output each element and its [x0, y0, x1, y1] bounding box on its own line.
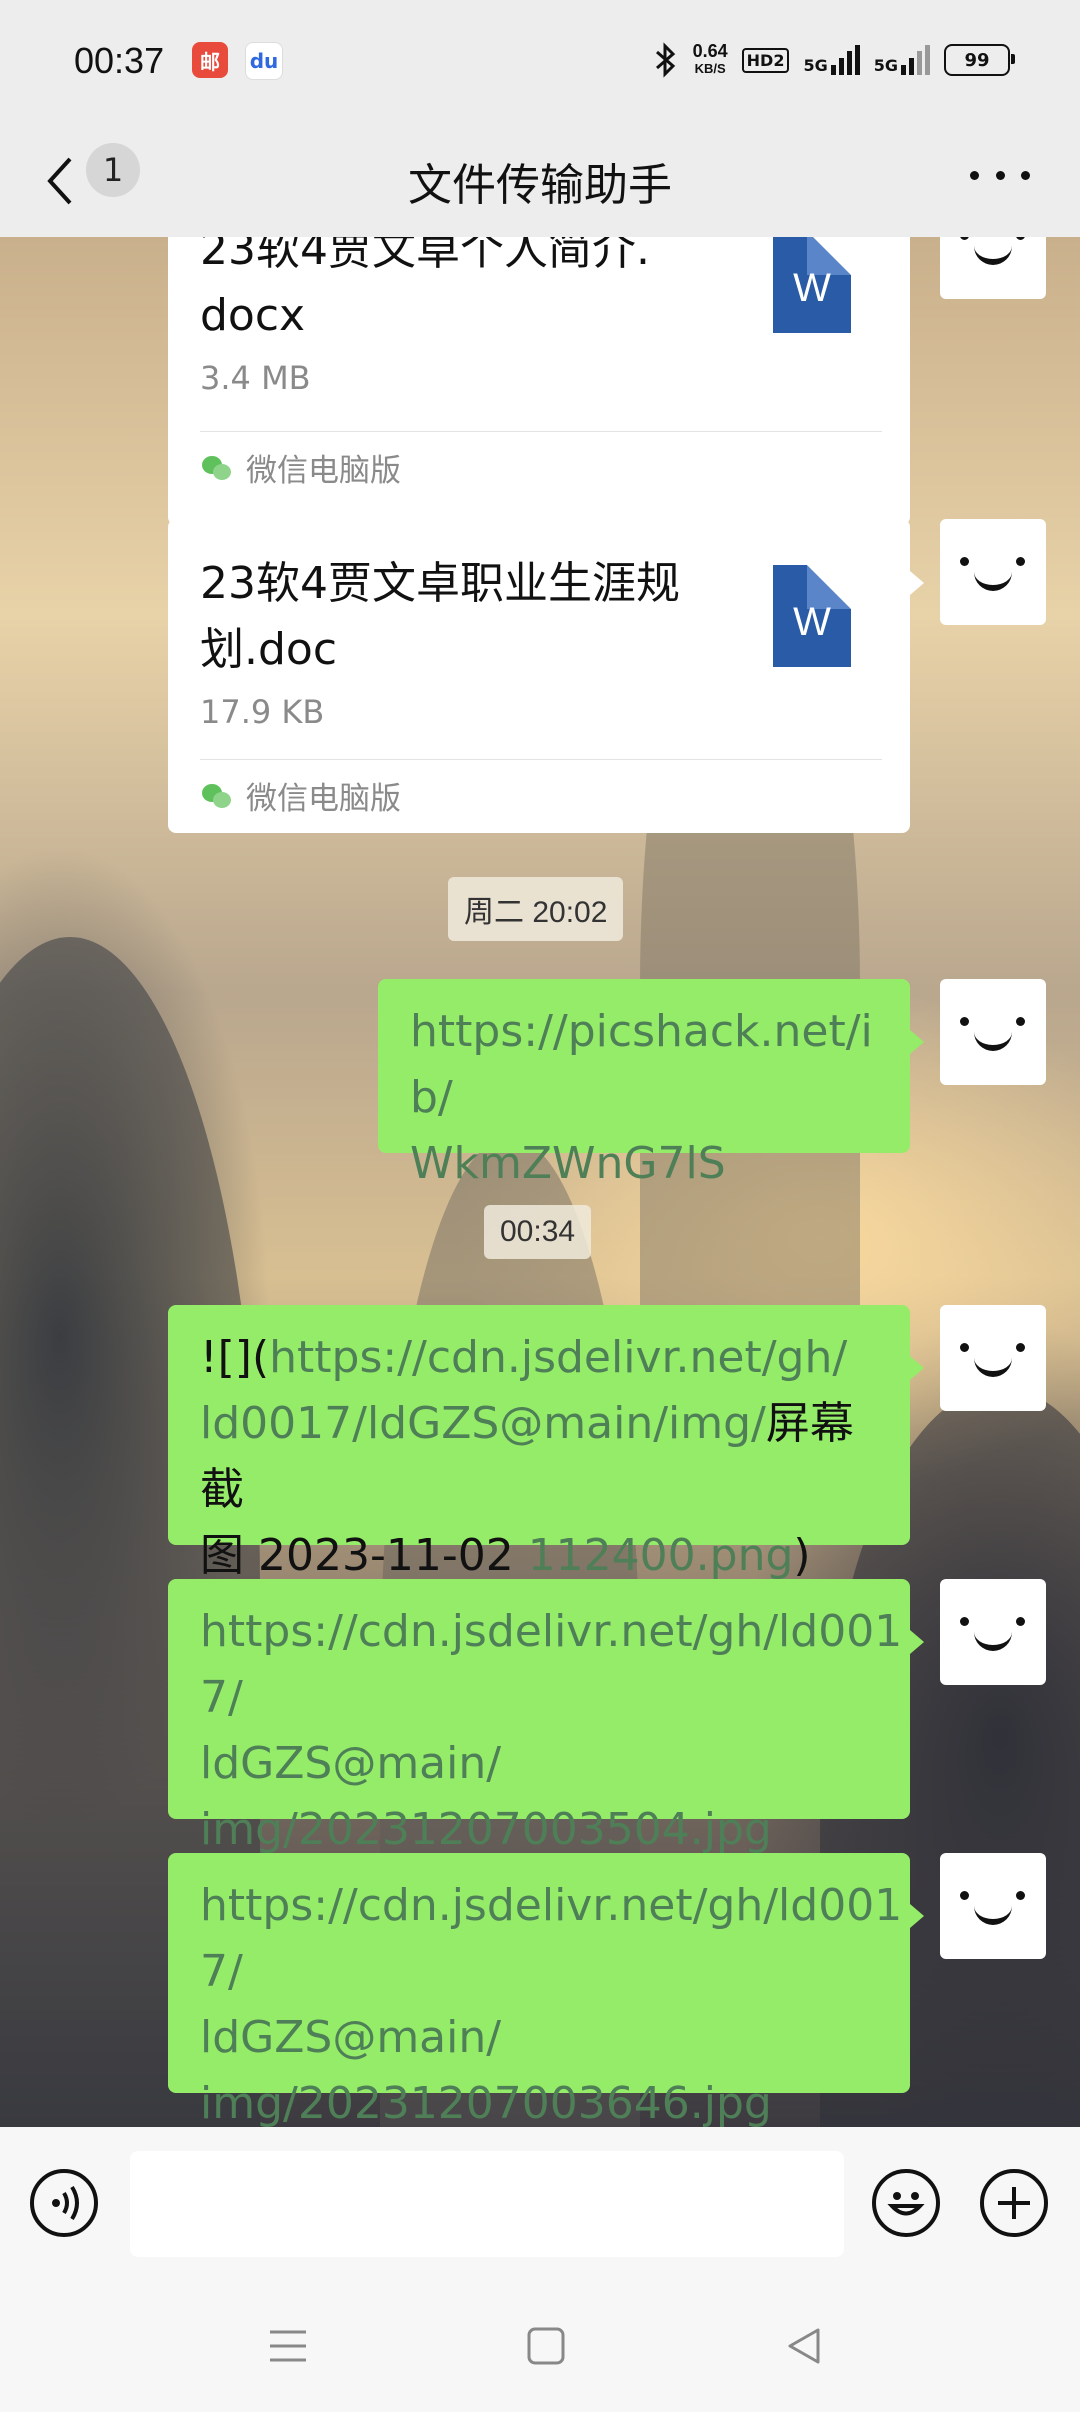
word-icon: W — [773, 565, 851, 667]
signal-2: 5G — [874, 45, 930, 75]
message-link[interactable]: https://picshack.net/ib/ WkmZWnG7lS — [410, 999, 910, 1197]
avatar[interactable] — [940, 1305, 1046, 1411]
status-time: 00:37 — [74, 40, 165, 81]
bubble-tail — [910, 571, 924, 595]
message-text[interactable]: ![](https://cdn.jsdelivr.net/gh/ ld0017/… — [200, 1325, 890, 1589]
menu-icon[interactable] — [268, 2326, 308, 2366]
network-speed: 0.64 KB/S — [692, 41, 728, 76]
input-bar — [0, 2127, 1080, 2282]
voice-icon[interactable] — [30, 2169, 98, 2237]
battery-indicator: 99 — [944, 44, 1015, 76]
avatar[interactable] — [940, 979, 1046, 1085]
avatar[interactable] — [940, 237, 1046, 299]
home-icon[interactable] — [526, 2326, 566, 2366]
back-triangle-icon[interactable] — [784, 2326, 824, 2366]
avatar[interactable] — [940, 519, 1046, 625]
baidu-icon: du — [245, 42, 283, 80]
emoji-icon[interactable] — [872, 2169, 940, 2237]
file-message[interactable]: 23软4贾文卓个人简介. docx 3.4 MB W 微信电脑版 — [168, 237, 910, 525]
text-message[interactable]: https://cdn.jsdelivr.net/gh/ld0017/ ldGZ… — [168, 1579, 910, 1855]
file-size: 17.9 KB — [200, 693, 325, 731]
timestamp: 周二 20:02 — [448, 877, 624, 941]
plus-icon[interactable] — [980, 2169, 1048, 2237]
text-message[interactable]: ![](https://cdn.jsdelivr.net/gh/ ld0017/… — [168, 1305, 910, 1581]
word-icon: W — [773, 237, 851, 333]
timestamp: 00:34 — [484, 1205, 592, 1259]
file-name: 23软4贾文卓个人简介. docx — [200, 237, 650, 341]
message-input[interactable] — [130, 2151, 844, 2257]
wechat-icon — [202, 782, 232, 810]
mail-app-icon: 邮 — [192, 42, 228, 78]
avatar[interactable] — [940, 1853, 1046, 1959]
status-right: 0.64 KB/S HD2 5G 5G 99 — [653, 38, 1015, 82]
bubble-tail — [910, 1904, 924, 1928]
chat-header: 1 文件传输助手 — [0, 125, 1080, 237]
page-title: 文件传输助手 — [408, 160, 672, 211]
signal-1: 5G — [803, 45, 860, 75]
bluetooth-icon — [655, 42, 675, 78]
more-icon[interactable] — [970, 165, 1030, 185]
system-navigation — [0, 2282, 1080, 2412]
file-name: 23软4贾文卓职业生涯规 划.doc — [200, 558, 680, 675]
file-source: 微信电脑版 — [202, 773, 401, 818]
hd-voice-icon: HD2 — [741, 47, 790, 73]
file-size: 3.4 MB — [200, 359, 311, 397]
file-source: 微信电脑版 — [202, 445, 401, 490]
text-message[interactable]: https://cdn.jsdelivr.net/gh/ld0017/ ldGZ… — [168, 1853, 910, 2127]
message-link[interactable]: https://cdn.jsdelivr.net/gh/ld0017/ ldGZ… — [200, 1599, 910, 1863]
bubble-tail — [910, 1356, 924, 1380]
message-link[interactable]: https://cdn.jsdelivr.net/gh/ld0017/ ldGZ… — [200, 1873, 910, 2127]
chat-area[interactable]: 23软4贾文卓个人简介. docx 3.4 MB W 微信电脑版 23软4贾文卓… — [0, 237, 1080, 2127]
avatar[interactable] — [940, 1579, 1046, 1685]
bubble-tail — [910, 1630, 924, 1654]
file-message[interactable]: 23软4贾文卓职业生涯规 划.doc 17.9 KB W 微信电脑版 — [168, 519, 910, 833]
divider — [200, 759, 882, 760]
wechat-icon — [202, 454, 232, 482]
bubble-tail — [910, 1030, 924, 1054]
text-message[interactable]: https://picshack.net/ib/ WkmZWnG7lS — [378, 979, 910, 1189]
status-bar: 00:37 邮 du 0.64 KB/S HD2 5G 5G 99 — [0, 0, 1080, 125]
divider — [200, 431, 882, 432]
